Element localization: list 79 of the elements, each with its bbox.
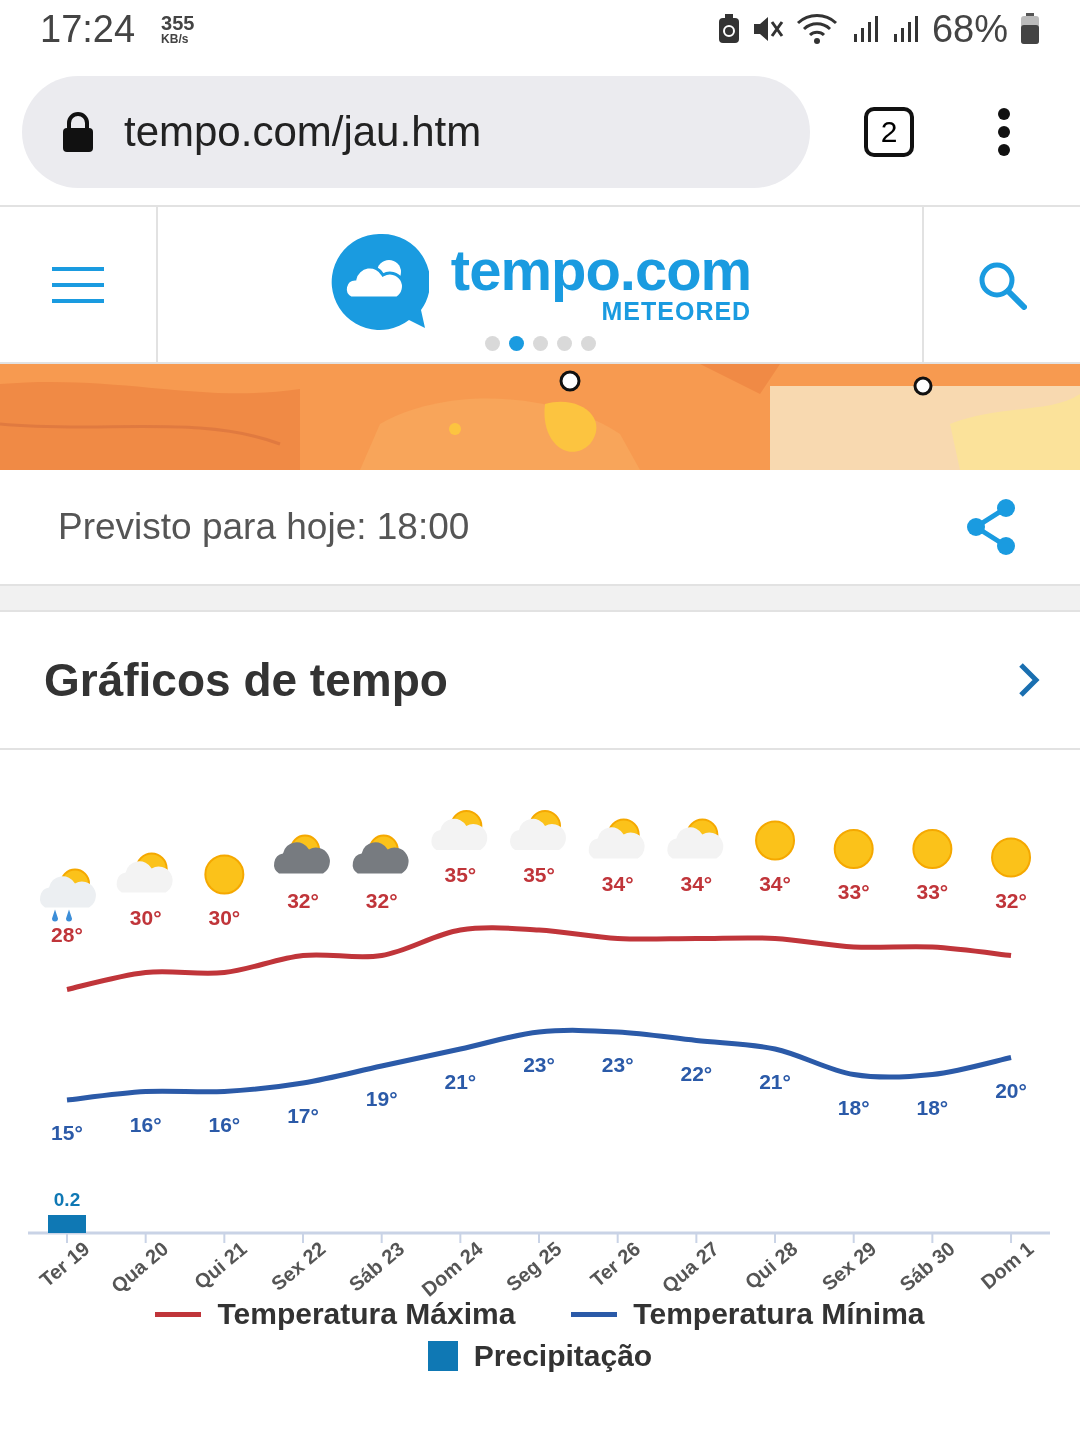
legend-item[interactable]: Temperatura Máxima <box>155 1297 516 1331</box>
temperature-label: 35° <box>523 863 555 886</box>
carousel-dot[interactable] <box>532 336 548 351</box>
status-time: 17:24 <box>40 7 136 51</box>
temperature-label: 33° <box>916 880 949 903</box>
legend-item[interactable]: Temperatura Mínima <box>571 1297 925 1331</box>
axis-label: Seg 25 <box>502 1237 566 1296</box>
temperature-label: 30° <box>129 905 162 929</box>
sun-cloud-icon <box>274 834 330 874</box>
address-bar[interactable]: tempo.com/jau.htm <box>22 75 810 188</box>
chevron-right-icon[interactable] <box>1018 662 1040 698</box>
sun-icon <box>755 820 796 861</box>
signal-icon <box>891 14 920 44</box>
temperature-label: 21° <box>444 1070 477 1093</box>
temperature-label: 20° <box>995 1078 1027 1102</box>
axis-label: Qui 21 <box>189 1237 251 1294</box>
temperature-label: 33° <box>837 880 870 903</box>
axis-label: Ter 19 <box>35 1237 94 1291</box>
temperature-label: 16° <box>129 1112 162 1136</box>
temperature-label: 22° <box>680 1061 713 1085</box>
battery-saver-icon <box>717 14 740 44</box>
menu-icon[interactable] <box>52 265 104 304</box>
temperature-label: 34° <box>601 871 634 895</box>
tabs-button[interactable]: 2 <box>864 106 914 157</box>
sun-cloud-icon <box>588 818 645 859</box>
temperature-label: 34° <box>680 871 713 895</box>
axis-label: Qui 28 <box>740 1237 802 1294</box>
temperature-label: 21° <box>759 1070 791 1093</box>
section-title: Gráficos de tempo <box>44 653 448 707</box>
temperature-label: 32° <box>287 888 319 912</box>
lock-icon <box>62 111 94 152</box>
temperature-label: 19° <box>365 1087 398 1110</box>
axis-label: Sáb 23 <box>344 1237 409 1296</box>
carousel-dot[interactable] <box>580 336 596 351</box>
temperature-label: 16° <box>208 1112 241 1136</box>
axis-label: Sex 22 <box>266 1237 330 1295</box>
share-icon[interactable] <box>964 498 1018 556</box>
signal-icon <box>851 14 880 44</box>
sun-cloud-icon <box>116 852 173 893</box>
sun-icon <box>912 829 953 869</box>
axis-label: Sáb 30 <box>895 1237 959 1296</box>
axis-label: Qua 20 <box>107 1237 173 1297</box>
sun-cloud-icon <box>667 818 724 859</box>
carousel-dot[interactable] <box>556 336 572 351</box>
axis-label: Sex 29 <box>817 1237 881 1295</box>
temperature-label: 15° <box>51 1121 83 1144</box>
forecast-time: Previsto para hoje: 18:00 <box>58 506 470 548</box>
temperature-label: 35° <box>444 863 477 886</box>
url-text: tempo.com/jau.htm <box>124 107 482 156</box>
sun-icon <box>204 854 245 895</box>
rain-cloud-icon <box>40 868 96 922</box>
temperature-label: 34° <box>759 871 791 895</box>
temperature-label: 23° <box>523 1053 555 1076</box>
sun-icon <box>991 837 1032 878</box>
temperature-label: 32° <box>995 888 1027 912</box>
mute-icon <box>751 14 784 44</box>
network-speed: 355 <box>161 13 195 33</box>
axis-label: Ter 26 <box>586 1237 645 1291</box>
sun-cloud-icon <box>352 834 409 874</box>
more-options-icon[interactable] <box>996 107 1012 156</box>
sun-cloud-icon <box>510 810 566 850</box>
logo-subtitle: METEORED <box>601 298 752 324</box>
temperature-label: 17° <box>287 1104 319 1127</box>
battery-level: 68% <box>931 7 1008 51</box>
sun-icon <box>833 829 874 869</box>
axis-label: Qua 27 <box>657 1237 723 1297</box>
carousel-dot[interactable] <box>508 336 524 351</box>
carousel-dot[interactable] <box>484 336 500 351</box>
temperature-label: 23° <box>601 1053 634 1076</box>
temperature-label: 18° <box>916 1095 949 1119</box>
sun-cloud-icon <box>431 810 488 850</box>
legend-item[interactable]: Precipitação <box>427 1339 653 1373</box>
network-speed-unit: KB/s <box>161 33 190 45</box>
temperature-label: 18° <box>837 1095 870 1119</box>
precipitation-label: 0.2 <box>53 1189 81 1210</box>
temperature-label: 28° <box>51 922 83 946</box>
temperature-label: 32° <box>365 888 398 912</box>
battery-icon <box>1020 13 1040 45</box>
temperature-label: 30° <box>208 905 241 929</box>
